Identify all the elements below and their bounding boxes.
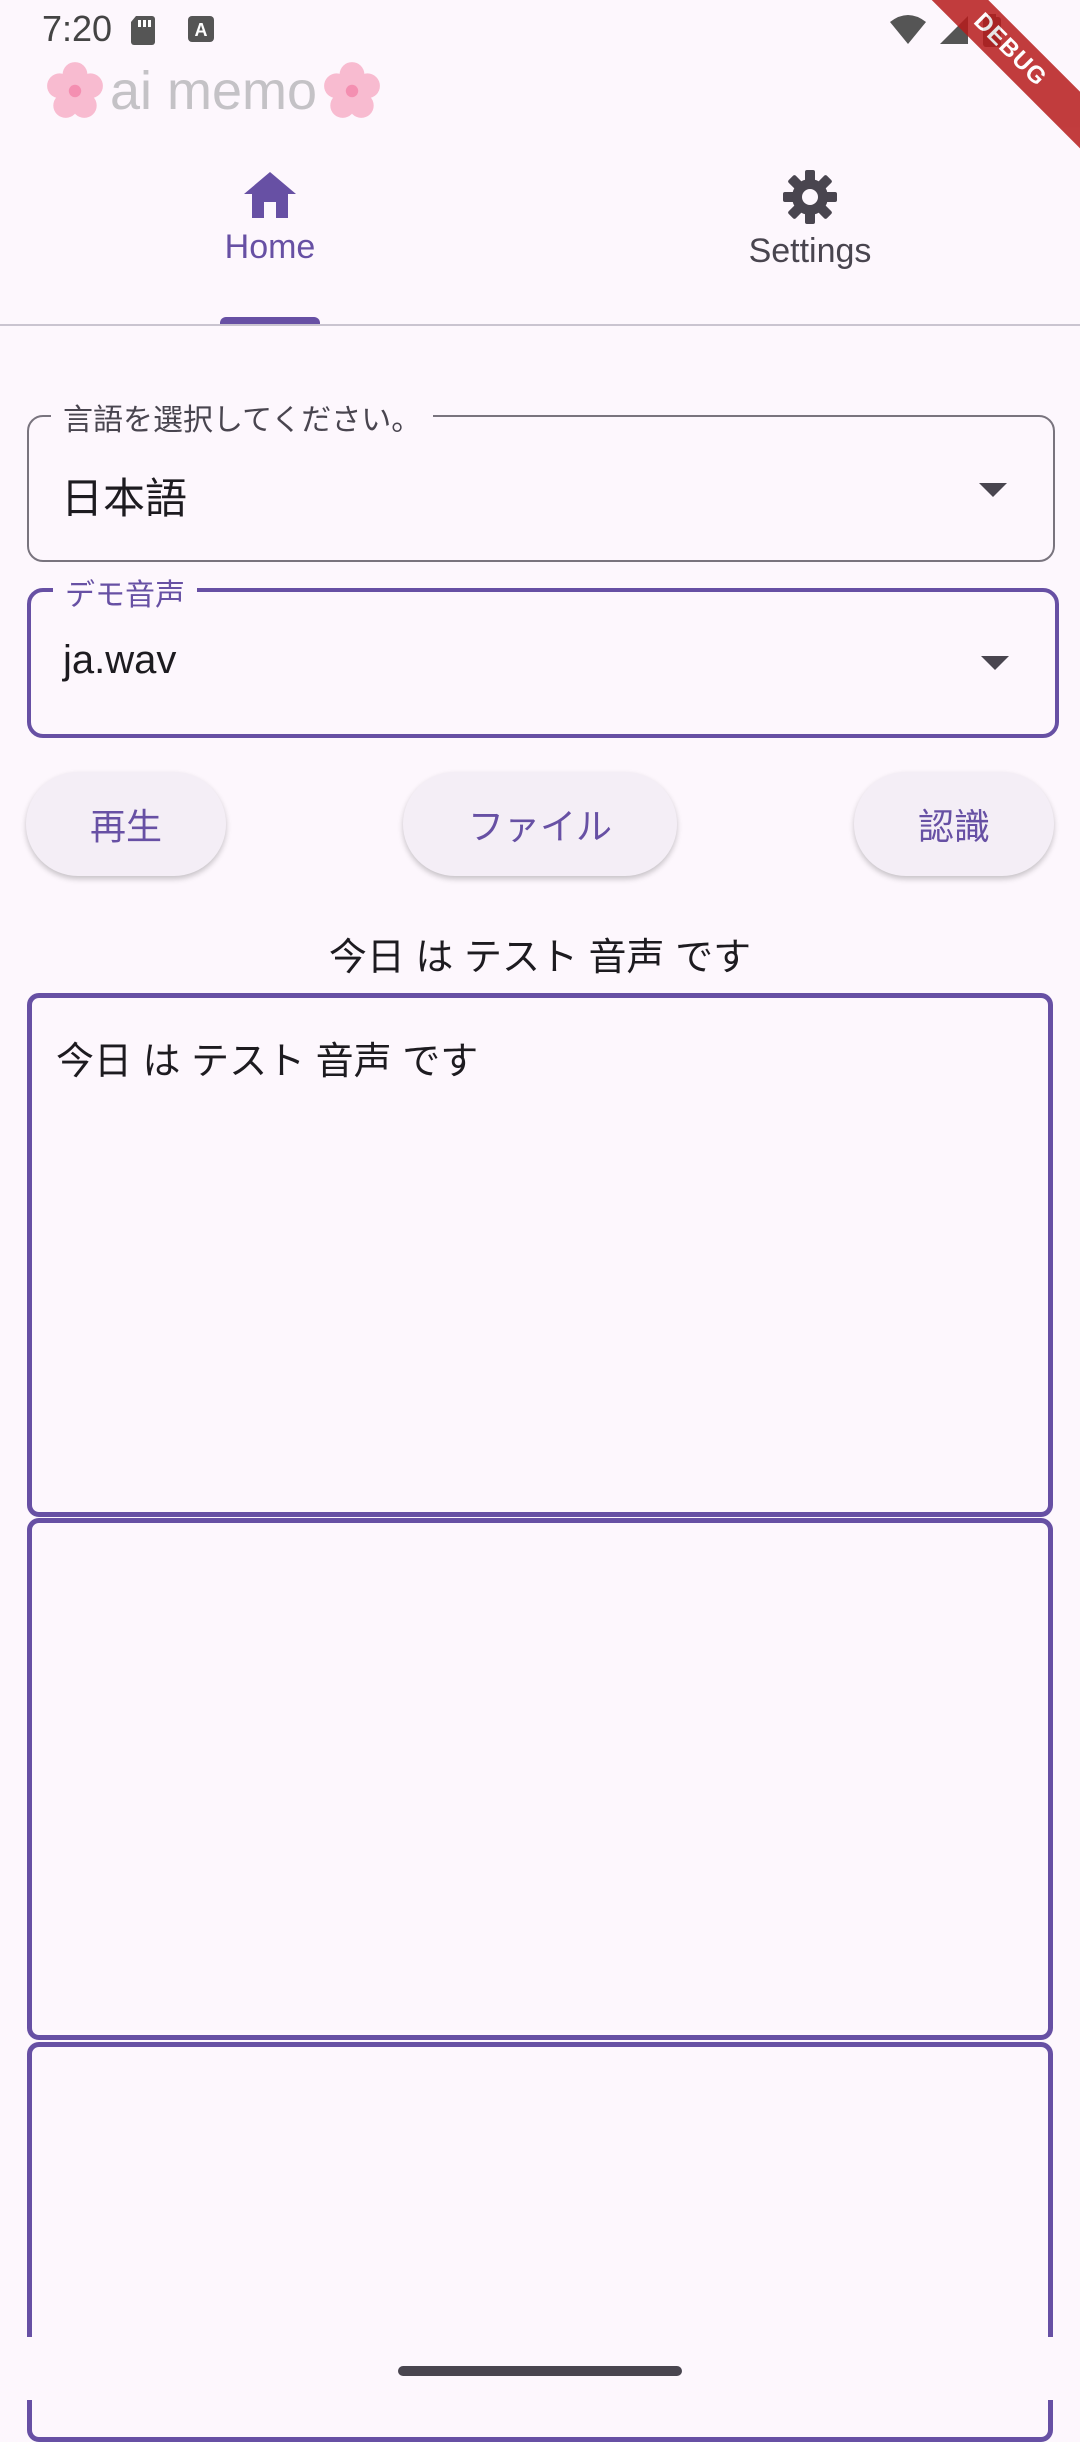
home-icon	[244, 172, 296, 218]
svg-text:A: A	[195, 20, 208, 40]
tab-settings-label: Settings	[748, 232, 872, 270]
cherry-blossom-icon	[324, 62, 380, 118]
wifi-icon	[890, 15, 926, 44]
sd-card-icon	[131, 16, 155, 45]
play-button[interactable]: 再生	[26, 772, 226, 876]
tab-settings[interactable]: Settings	[540, 160, 1080, 320]
language-dropdown[interactable]: 言語を選択してください。 日本語	[27, 395, 1055, 562]
demo-audio-dropdown-value: ja.wav	[63, 638, 177, 682]
cherry-blossom-icon	[47, 62, 103, 118]
dropdown-arrow-icon	[979, 483, 1007, 497]
transcript-textarea-1-value: 今日 は テスト 音声 です	[56, 1041, 479, 1083]
tab-home-label: Home	[224, 228, 316, 266]
recognize-button[interactable]: 認識	[854, 772, 1054, 876]
keyboard-icon: A	[188, 16, 214, 42]
transcript-textarea-1[interactable]: 今日 は テスト 音声 です	[27, 993, 1053, 1517]
debug-banner: DEBUG	[903, 0, 1080, 157]
app-title: ai memo	[44, 60, 383, 122]
home-indicator[interactable]	[398, 2366, 682, 2376]
language-dropdown-value: 日本語	[61, 475, 188, 522]
status-time: 7:20	[42, 8, 113, 49]
language-dropdown-label: 言語を選択してください。	[51, 395, 434, 439]
transcript-textarea-2[interactable]	[27, 1518, 1053, 2040]
tab-home[interactable]: Home	[0, 160, 540, 320]
demo-audio-dropdown[interactable]: デモ音声 ja.wav	[27, 570, 1059, 738]
recognition-result-text: 今日 は テスト 音声 です	[328, 937, 752, 979]
file-button[interactable]: ファイル	[403, 772, 677, 876]
tab-divider	[0, 324, 1080, 326]
gear-icon	[783, 170, 837, 224]
demo-audio-dropdown-label: デモ音声	[53, 570, 197, 614]
dropdown-arrow-icon	[981, 656, 1009, 670]
app-title-text: ai memo	[110, 61, 318, 121]
